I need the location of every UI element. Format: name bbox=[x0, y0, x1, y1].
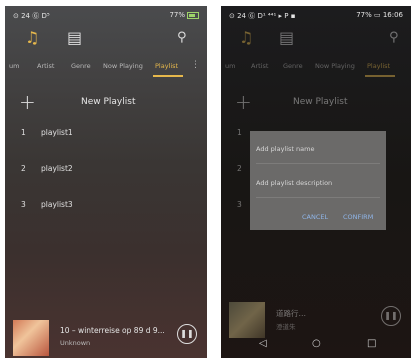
album-art bbox=[229, 302, 265, 338]
status-bar: ⊙ 24 Ⓖ D⁵ 77% bbox=[5, 6, 207, 24]
plus-icon: + bbox=[19, 90, 36, 114]
album-art bbox=[13, 320, 49, 356]
active-tab-indicator bbox=[153, 75, 183, 77]
tab-playlist: Playlist bbox=[367, 62, 391, 70]
status-right: 77% bbox=[169, 11, 199, 19]
pause-icon: ❚❚ bbox=[381, 306, 401, 326]
back-icon[interactable]: ◁ bbox=[259, 338, 267, 349]
mini-player[interactable]: 10 – winterreise op 89 d 9... Unknown ❚❚ bbox=[5, 316, 207, 358]
more-options-icon[interactable]: ⋮ bbox=[191, 60, 200, 70]
document-icon: ▤ bbox=[279, 28, 295, 47]
playlist-number: 3 bbox=[237, 200, 242, 209]
tab-bar: um Artist Genre Now Playing Playlist ⋮ bbox=[5, 56, 207, 78]
playlist-name: playlist1 bbox=[41, 128, 73, 137]
left-screen: ⊙ 24 Ⓖ D⁵ 77% ♫ ▤ ⚲ um Artist Genre Now … bbox=[5, 6, 207, 358]
track-title: 10 – winterreise op 89 d 9... bbox=[60, 326, 165, 335]
playlist-name-field[interactable]: Add playlist name bbox=[256, 135, 380, 164]
playlist-name: playlist3 bbox=[41, 200, 73, 209]
track-artist: 澄道朱 bbox=[276, 323, 296, 331]
top-bar: ♫ ▤ ⚲ bbox=[221, 24, 411, 54]
tab-album: um bbox=[225, 62, 236, 70]
track-title: 道路行… bbox=[276, 309, 306, 318]
tab-now-playing: Now Playing bbox=[315, 62, 355, 70]
playlist-number: 1 bbox=[237, 128, 242, 137]
new-playlist-row: + New Playlist bbox=[221, 92, 411, 112]
new-playlist-label: New Playlist bbox=[81, 97, 136, 107]
tab-genre: Genre bbox=[283, 62, 303, 70]
playlist-number: 2 bbox=[237, 164, 242, 173]
playlist-name-placeholder: Add playlist name bbox=[256, 145, 315, 153]
plus-icon: + bbox=[235, 90, 252, 114]
home-icon[interactable]: ○ bbox=[312, 338, 321, 349]
playlist-number: 2 bbox=[21, 164, 26, 173]
new-playlist-row[interactable]: + New Playlist bbox=[5, 92, 207, 112]
search-icon[interactable]: ⚲ bbox=[177, 30, 187, 46]
search-icon: ⚲ bbox=[389, 30, 399, 45]
status-left: ⊙ 24 Ⓖ D⁵ bbox=[13, 12, 50, 20]
music-note-icon: ♫ bbox=[239, 28, 254, 47]
system-nav-bar: ◁ ○ □ bbox=[221, 334, 411, 358]
document-icon[interactable]: ▤ bbox=[67, 30, 82, 46]
new-playlist-label: New Playlist bbox=[293, 97, 348, 107]
top-bar: ♫ ▤ ⚲ bbox=[5, 24, 207, 54]
new-playlist-dialog: Add playlist name Add playlist descripti… bbox=[250, 131, 386, 230]
battery-icon bbox=[187, 11, 199, 19]
tab-album[interactable]: um bbox=[9, 62, 19, 70]
tab-now-playing[interactable]: Now Playing bbox=[103, 62, 143, 70]
status-bar: ⊙ 24 Ⓖ D¹ ⁴⁴¹ ▸ P ▪ 77% ▭ 16:06 bbox=[221, 6, 411, 24]
tab-bar: um Artist Genre Now Playing Playlist bbox=[221, 56, 411, 78]
recents-icon[interactable]: □ bbox=[367, 338, 376, 349]
confirm-button[interactable]: CONFIRM bbox=[343, 213, 373, 221]
active-tab-indicator bbox=[365, 75, 395, 77]
playlist-number: 3 bbox=[21, 200, 26, 209]
status-left: ⊙ 24 Ⓖ D¹ ⁴⁴¹ ▸ P ▪ bbox=[229, 12, 296, 20]
playlist-description-field[interactable]: Add playlist description bbox=[256, 169, 380, 198]
tab-artist[interactable]: Artist bbox=[37, 62, 54, 70]
playlist-description-placeholder: Add playlist description bbox=[256, 179, 333, 187]
playlist-name: playlist2 bbox=[41, 164, 73, 173]
tab-genre[interactable]: Genre bbox=[71, 62, 91, 70]
right-screen: ⊙ 24 Ⓖ D¹ ⁴⁴¹ ▸ P ▪ 77% ▭ 16:06 ♫ ▤ ⚲ um… bbox=[221, 6, 411, 358]
track-artist: Unknown bbox=[60, 339, 91, 347]
tab-playlist[interactable]: Playlist bbox=[155, 62, 178, 70]
playlist-number: 1 bbox=[21, 128, 26, 137]
pause-icon[interactable]: ❚❚ bbox=[177, 324, 197, 344]
music-note-icon[interactable]: ♫ bbox=[25, 30, 39, 46]
cancel-button[interactable]: CANCEL bbox=[302, 213, 328, 221]
tab-artist: Artist bbox=[251, 62, 269, 70]
status-right: 77% ▭ 16:06 bbox=[356, 11, 403, 19]
